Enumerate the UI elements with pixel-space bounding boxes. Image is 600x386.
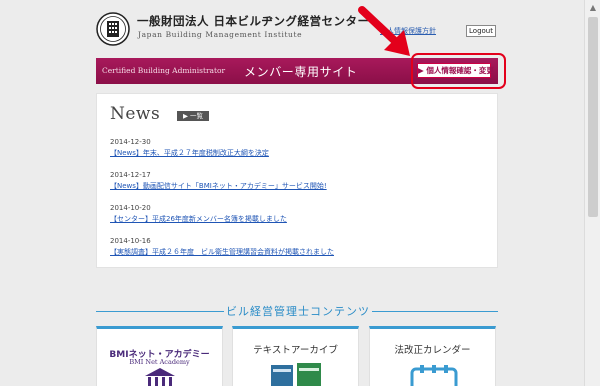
news-item: 2014-12-17 【News】動画配信サイト「BMIネット・アカデミー」サー… bbox=[110, 171, 327, 191]
play-arrow-icon: ▶ bbox=[182, 112, 191, 120]
news-item: 2014-10-20 【センター】平成26年度新メンバー名簿を掲載しました bbox=[110, 204, 287, 224]
contents-heading-text: ビル経営管理士コンテンツ bbox=[226, 305, 370, 318]
scroll-up-icon[interactable]: ▲ bbox=[585, 0, 600, 16]
news-heading: News bbox=[110, 104, 161, 124]
law-revision-calendar-card[interactable]: 法改正カレンダー bbox=[369, 326, 496, 386]
certified-administrator-label: Certified Building Administrator bbox=[102, 66, 226, 75]
site-header: 一般財団法人 日本ビルヂング経営センター Japan Building Mana… bbox=[0, 0, 584, 55]
news-item: 2014-10-16 【実態調査】平成２６年度 ビル衛生管理講習会資料が掲載され… bbox=[110, 237, 334, 257]
bmi-net-academy-card[interactable]: BMIネット・アカデミー BMI Net Academy bbox=[96, 326, 223, 386]
calendar-icon bbox=[410, 365, 458, 386]
news-item: 2014-12-30 【News】年末、平成２７年度税制改正大綱を決定 bbox=[110, 138, 269, 158]
organization-name: 一般財団法人 日本ビルヂング経営センター bbox=[137, 14, 370, 28]
organization-logo[interactable] bbox=[96, 12, 130, 46]
vertical-scrollbar[interactable]: ▲ bbox=[584, 0, 600, 386]
card-subtitle: BMI Net Academy bbox=[129, 358, 190, 366]
scrollbar-thumb[interactable] bbox=[588, 17, 598, 217]
books-icon bbox=[271, 363, 321, 386]
academy-building-icon bbox=[145, 368, 175, 386]
news-panel: News ▶ 一覧 2014-12-30 【News】年末、平成２７年度税制改正… bbox=[96, 93, 498, 268]
logout-button[interactable]: Logout bbox=[466, 25, 496, 37]
news-link[interactable]: 【実態調査】平成２６年度 ビル衛生管理講習会資料が掲載されました bbox=[110, 247, 334, 257]
news-date: 2014-12-17 bbox=[110, 171, 151, 179]
news-link[interactable]: 【News】動画配信サイト「BMIネット・アカデミー」サービス開始! bbox=[110, 181, 327, 191]
text-archive-card[interactable]: テキストアーカイブ bbox=[232, 326, 359, 386]
news-list-label: 一覧 bbox=[190, 112, 204, 120]
card-title: テキストアーカイブ bbox=[253, 345, 338, 356]
news-link[interactable]: 【News】年末、平成２７年度税制改正大綱を決定 bbox=[110, 148, 269, 158]
annotation-arrow-icon bbox=[358, 6, 410, 56]
page: 一般財団法人 日本ビルヂング経営センター Japan Building Mana… bbox=[0, 0, 584, 386]
news-date: 2014-10-20 bbox=[110, 204, 151, 212]
heading-divider bbox=[96, 311, 224, 312]
heading-divider bbox=[372, 311, 498, 312]
annotation-highlight-circle bbox=[411, 53, 506, 89]
organization-name-english: Japan Building Management Institute bbox=[138, 30, 303, 39]
news-date: 2014-12-30 bbox=[110, 138, 151, 146]
news-date: 2014-10-16 bbox=[110, 237, 151, 245]
news-link[interactable]: 【センター】平成26年度新メンバー名簿を掲載しました bbox=[110, 214, 287, 224]
site-title: メンバー専用サイト bbox=[244, 65, 358, 79]
card-title: 法改正カレンダー bbox=[394, 345, 471, 356]
contents-section-heading: ビル経営管理士コンテンツ bbox=[96, 303, 498, 319]
news-list-button[interactable]: ▶ 一覧 bbox=[177, 111, 209, 121]
